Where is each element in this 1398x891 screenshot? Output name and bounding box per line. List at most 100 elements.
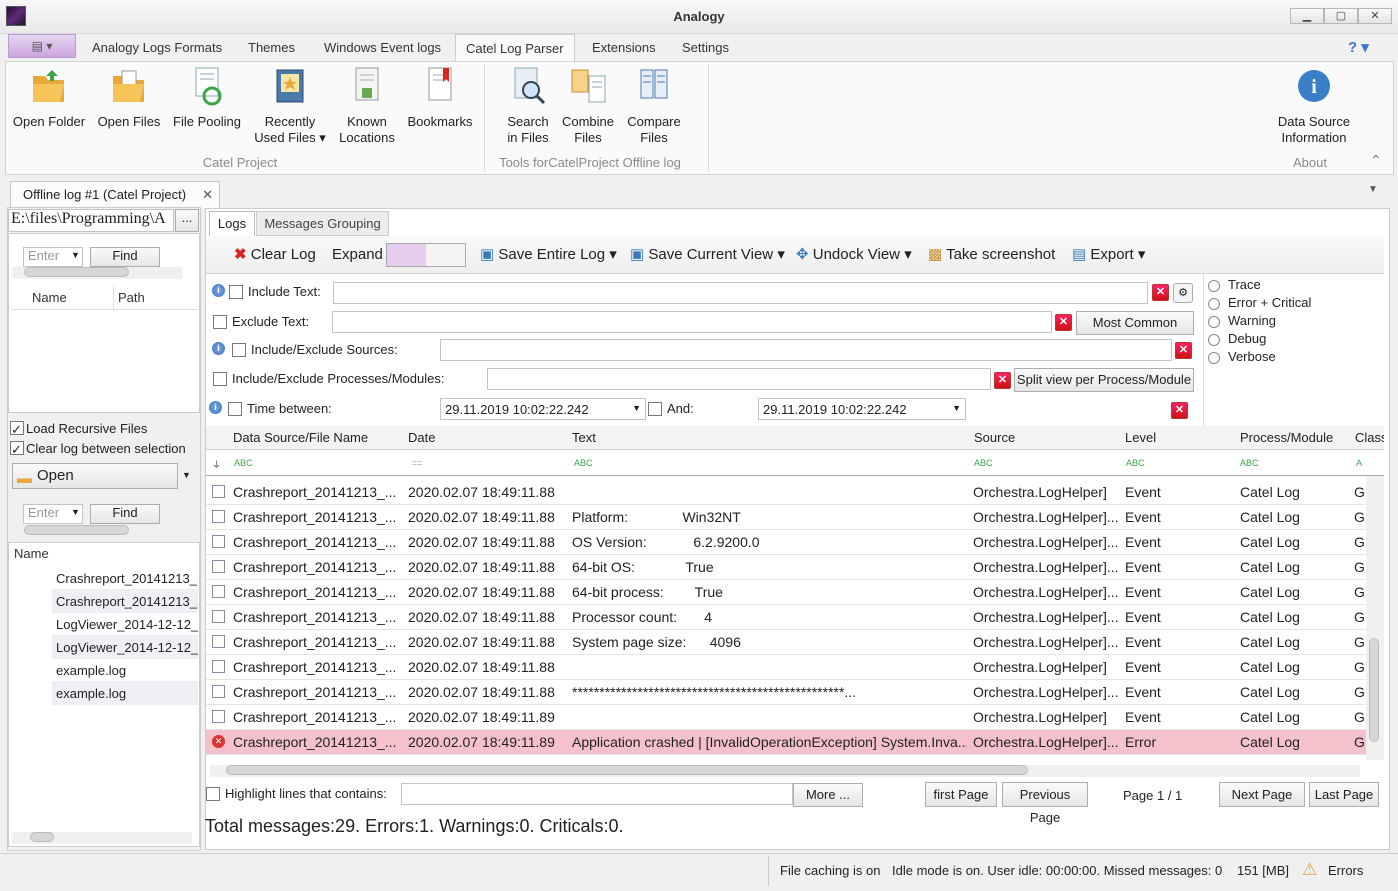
tab-settings[interactable]: Settings <box>672 34 739 61</box>
load-recursive-checkbox[interactable]: ✓ <box>10 421 24 437</box>
status-errors[interactable]: Errors <box>1328 863 1363 878</box>
grid-filter-row[interactable]: ⏚ ABC == ABC ABC ABC ABC A <box>206 451 1384 476</box>
file-list-item[interactable]: LogViewer_2014-12-12_2 <box>52 636 198 659</box>
level-radio-debug[interactable]: Debug <box>1208 331 1266 346</box>
folder-h-scrollbar[interactable] <box>12 267 182 279</box>
file-list-h-scrollbar[interactable] <box>12 832 192 844</box>
level-radio-verbose[interactable]: Verbose <box>1208 349 1276 364</box>
row-checkbox[interactable] <box>212 560 225 573</box>
next-page-button[interactable]: Next Page <box>1219 782 1305 807</box>
exclude-text-checkbox[interactable] <box>213 315 227 329</box>
undock-view-button[interactable]: ✥ Undock View ▾ <box>796 245 912 263</box>
table-row[interactable]: Crashreport_20141213_... 2020.02.07 18:49… <box>206 580 1366 605</box>
tab-messages-grouping[interactable]: Messages Grouping <box>256 211 389 236</box>
clear-processes-button[interactable]: ✕ <box>994 372 1011 389</box>
table-row[interactable]: Crashreport_20141213_... 2020.02.07 18:49… <box>206 630 1366 655</box>
collapse-ribbon-icon[interactable]: ⌃ <box>1370 152 1382 169</box>
search-in-files-button[interactable]: Search in Files <box>500 66 556 146</box>
combine-files-button[interactable]: Combine Files <box>560 66 616 146</box>
app-menu-button[interactable]: ▤ ▾ <box>8 34 76 58</box>
file-pooling-button[interactable]: File Pooling <box>170 66 244 130</box>
table-row[interactable]: Crashreport_20141213_... 2020.02.07 18:49… <box>206 480 1366 505</box>
grid-v-scrollbar[interactable] <box>1366 476 1384 760</box>
chevron-down-icon[interactable]: ▼ <box>71 507 80 517</box>
clear-sources-button[interactable]: ✕ <box>1175 342 1192 359</box>
row-checkbox[interactable] <box>212 685 225 698</box>
expand-toggle[interactable] <box>386 243 466 267</box>
file-list-item[interactable]: example.log <box>52 659 198 682</box>
row-checkbox[interactable] <box>212 660 225 673</box>
grid-h-scrollbar[interactable] <box>210 765 1360 777</box>
col-date[interactable]: Date <box>408 430 435 445</box>
highlight-input[interactable] <box>401 783 793 805</box>
export-button[interactable]: ▤ Export ▾ <box>1072 245 1145 263</box>
table-row[interactable]: Crashreport_20141213_... 2020.02.07 18:49… <box>206 655 1366 680</box>
text-filter-icon[interactable]: ABC <box>1126 458 1145 468</box>
tab-windows-event-logs[interactable]: Windows Event logs <box>314 34 451 61</box>
open-dropdown-icon[interactable]: ▼ <box>182 470 191 480</box>
table-row[interactable]: Crashreport_20141213_... 2020.02.07 18:49… <box>206 680 1366 705</box>
radio-icon[interactable] <box>1208 315 1220 328</box>
col-level[interactable]: Level <box>1125 430 1156 445</box>
highlight-checkbox[interactable] <box>206 787 220 801</box>
table-row[interactable]: Crashreport_20141213_... 2020.02.07 18:49… <box>206 555 1366 580</box>
clear-log-checkbox[interactable]: ✓ <box>10 441 24 457</box>
known-locations-button[interactable]: Known Locations <box>336 66 398 146</box>
close-tab-icon[interactable]: ✕ <box>202 182 213 208</box>
date-filter-icon[interactable]: == <box>412 458 423 468</box>
file-list-item[interactable]: Crashreport_20141213_1 <box>52 590 198 613</box>
row-checkbox[interactable] <box>212 510 225 523</box>
find-button[interactable]: Find <box>90 247 160 267</box>
processes-checkbox[interactable] <box>213 372 227 386</box>
files-h-scrollbar[interactable] <box>12 525 182 537</box>
minimize-button[interactable]: ▁ <box>1290 8 1324 24</box>
file-list-item[interactable]: Crashreport_20141213_1 <box>52 567 198 590</box>
table-row[interactable]: ✕ Crashreport_20141213_... 2020.02.07 18:4… <box>206 730 1366 755</box>
and-checkbox[interactable] <box>648 402 662 416</box>
col-text[interactable]: Text <box>572 430 596 445</box>
col-data-source[interactable]: Data Source/File Name <box>233 430 368 445</box>
radio-icon[interactable] <box>1208 297 1220 310</box>
clear-log-button[interactable]: ✖ Clear Log <box>234 245 316 263</box>
document-tab[interactable]: Offline log #1 (Catel Project) ✕ <box>10 181 220 208</box>
time-between-checkbox[interactable] <box>228 402 242 416</box>
take-screenshot-button[interactable]: ▩ Take screenshot <box>928 245 1055 263</box>
maximize-button[interactable]: ▢ <box>1324 8 1358 24</box>
radio-icon[interactable] <box>1208 333 1220 346</box>
previous-page-button[interactable]: Previous Page <box>1002 782 1088 825</box>
col-class[interactable]: Class <box>1355 430 1384 445</box>
file-list-name-header[interactable]: Name <box>14 546 49 561</box>
table-row[interactable]: Crashreport_20141213_... 2020.02.07 18:49… <box>206 705 1366 730</box>
row-checkbox[interactable] <box>212 485 225 498</box>
open-button[interactable]: ▬ Open <box>12 463 178 489</box>
table-row[interactable]: Crashreport_20141213_... 2020.02.07 18:49… <box>206 505 1366 530</box>
table-row[interactable]: Crashreport_20141213_... 2020.02.07 18:49… <box>206 605 1366 630</box>
text-filter-icon[interactable]: A <box>1356 458 1362 468</box>
col-path[interactable]: Path <box>118 290 145 305</box>
row-checkbox[interactable] <box>212 635 225 648</box>
save-entire-log-button[interactable]: ▣ Save Entire Log ▾ <box>480 245 617 263</box>
more-button[interactable]: More ... <box>793 783 863 807</box>
include-text-checkbox[interactable] <box>229 285 243 299</box>
col-process[interactable]: Process/Module <box>1240 430 1333 445</box>
info-icon[interactable]: i <box>212 342 225 355</box>
radio-icon[interactable] <box>1208 351 1220 364</box>
browse-path-button[interactable]: ... <box>175 209 199 232</box>
info-icon[interactable]: i <box>209 401 222 414</box>
clear-exclude-text-button[interactable]: ✕ <box>1055 314 1072 331</box>
col-source[interactable]: Source <box>974 430 1015 445</box>
text-filter-icon[interactable]: ABC <box>974 458 993 468</box>
tab-catel-log-parser[interactable]: Catel Log Parser <box>455 34 575 62</box>
clear-time-button[interactable]: ✕ <box>1171 402 1188 419</box>
filter-icon[interactable]: ⚙ <box>1173 283 1193 303</box>
radio-icon[interactable] <box>1208 279 1220 292</box>
split-view-button[interactable]: Split view per Process/Module <box>1014 368 1194 392</box>
clear-include-text-button[interactable]: ✕ <box>1152 284 1169 301</box>
path-input[interactable]: E:\files\Programming\A <box>8 209 174 232</box>
table-row[interactable]: Crashreport_20141213_... 2020.02.07 18:49… <box>206 530 1366 555</box>
exclude-text-input[interactable] <box>332 311 1052 333</box>
most-common-button[interactable]: Most Common <box>1076 311 1194 335</box>
compare-files-button[interactable]: Compare Files <box>624 66 684 146</box>
help-icon[interactable]: ? ▾ <box>1348 38 1369 56</box>
row-checkbox[interactable] <box>212 610 225 623</box>
